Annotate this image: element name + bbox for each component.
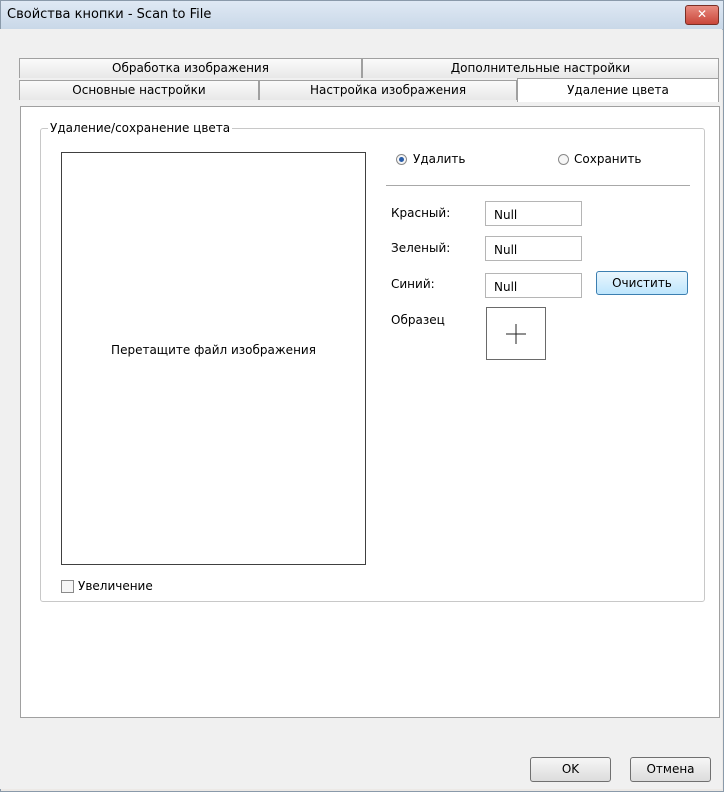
tab-basic-settings[interactable]: Основные настройки xyxy=(19,80,259,100)
title-bar[interactable]: Свойства кнопки - Scan to File ✕ xyxy=(1,1,723,30)
green-field[interactable]: Null xyxy=(485,236,582,261)
remove-radio[interactable] xyxy=(396,154,407,165)
tab-image-processing[interactable]: Обработка изображения xyxy=(19,58,362,78)
tab-advanced-settings[interactable]: Дополнительные настройки xyxy=(362,58,719,78)
image-drop-zone[interactable]: Перетащите файл изображения xyxy=(61,152,366,565)
window-title: Свойства кнопки - Scan to File xyxy=(7,7,212,22)
blue-field[interactable]: Null xyxy=(485,273,582,298)
blue-label: Синий: xyxy=(391,277,435,291)
drop-zone-text: Перетащите файл изображения xyxy=(111,343,316,357)
zoom-checkbox[interactable] xyxy=(61,580,74,593)
group-label: Удаление/сохранение цвета xyxy=(48,121,233,135)
clear-button[interactable]: Очистить xyxy=(596,271,688,295)
ok-button[interactable]: OK xyxy=(530,757,611,782)
green-label: Зеленый: xyxy=(391,241,451,255)
keep-radio[interactable] xyxy=(558,154,569,165)
tab-color-removal[interactable]: Удаление цвета xyxy=(517,78,719,102)
close-button[interactable]: ✕ xyxy=(685,5,719,25)
separator xyxy=(386,185,690,186)
remove-radio-label: Удалить xyxy=(413,152,466,166)
sample-label: Образец xyxy=(391,313,445,327)
tab-image-settings[interactable]: Настройка изображения xyxy=(259,80,517,100)
red-label: Красный: xyxy=(391,206,451,220)
red-field[interactable]: Null xyxy=(485,201,582,226)
crosshair-icon xyxy=(506,324,526,344)
zoom-checkbox-label: Увеличение xyxy=(78,579,153,593)
keep-radio-label: Сохранить xyxy=(574,152,642,166)
color-sample-box[interactable] xyxy=(486,307,546,360)
cancel-button[interactable]: Отмена xyxy=(630,757,711,782)
